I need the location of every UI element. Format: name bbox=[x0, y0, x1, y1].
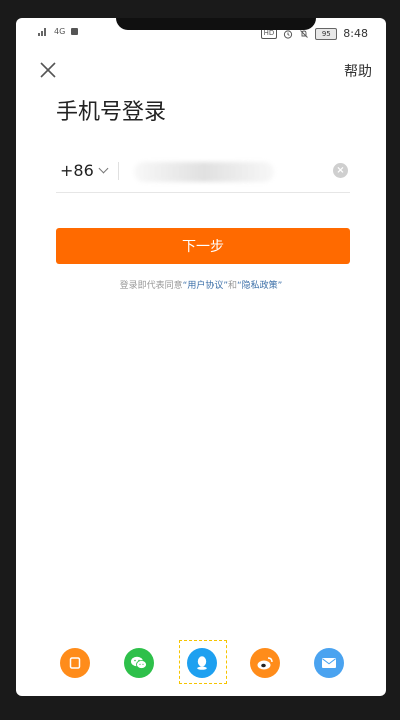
agreement-text: 登录即代表同意“用户协议”和“隐私政策” bbox=[16, 278, 386, 291]
weibo-icon bbox=[257, 657, 273, 670]
battery-icon: 95 bbox=[315, 27, 338, 40]
qq-icon bbox=[197, 656, 207, 670]
phone-frame: 4G HD 95 8:48 帮助 手机号登录 +86 × 下一步 登录即代表同意… bbox=[0, 0, 400, 720]
country-code: +86 bbox=[60, 161, 94, 180]
alarm-icon bbox=[284, 29, 293, 39]
help-button[interactable]: 帮助 bbox=[344, 61, 372, 81]
user-agreement-link[interactable]: “用户协议” bbox=[183, 281, 228, 291]
page-title: 手机号登录 bbox=[56, 100, 167, 125]
notification-icon bbox=[71, 28, 79, 35]
country-code-selector[interactable]: +86 bbox=[60, 161, 109, 180]
social-login-bar bbox=[16, 640, 386, 684]
close-icon[interactable] bbox=[40, 62, 56, 78]
camera-notch bbox=[116, 18, 316, 30]
agreement-prefix: 登录即代表同意 bbox=[119, 281, 183, 291]
mail-icon bbox=[322, 658, 336, 668]
qq-login-button[interactable] bbox=[187, 648, 217, 678]
divider bbox=[118, 162, 119, 180]
status-time: 8:48 bbox=[343, 27, 368, 40]
weibo-login-button[interactable] bbox=[250, 648, 280, 678]
agreement-and: 和 bbox=[228, 281, 238, 291]
network-label: 4G bbox=[54, 27, 66, 36]
chevron-down-icon bbox=[98, 163, 109, 174]
phone-number-input[interactable] bbox=[134, 160, 338, 186]
privacy-policy-link[interactable]: “隐私政策” bbox=[237, 281, 282, 291]
signal-icon bbox=[38, 27, 48, 36]
status-left: 4G bbox=[38, 27, 79, 36]
mute-icon bbox=[300, 29, 309, 38]
screen: 4G HD 95 8:48 帮助 手机号登录 +86 × 下一步 登录即代表同意… bbox=[16, 18, 386, 696]
phone-input-row: +86 × bbox=[56, 156, 350, 193]
clear-icon[interactable]: × bbox=[333, 163, 348, 178]
tablet-icon bbox=[69, 657, 81, 669]
wechat-icon bbox=[131, 656, 147, 669]
wechat-login-button[interactable] bbox=[124, 648, 154, 678]
next-button[interactable]: 下一步 bbox=[56, 228, 350, 264]
mail-login-button[interactable] bbox=[314, 648, 344, 678]
tablet-login-button[interactable] bbox=[60, 648, 90, 678]
